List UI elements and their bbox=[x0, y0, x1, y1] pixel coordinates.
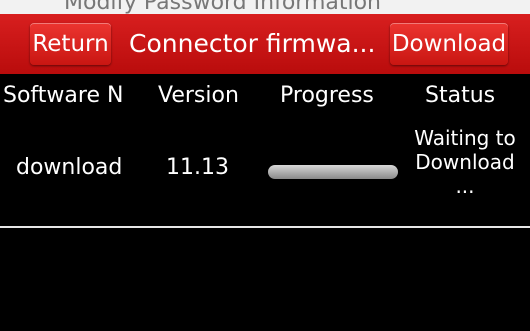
app-header: Return Connector firmwa... Download bbox=[0, 14, 530, 74]
status-line-2: Download bbox=[415, 150, 515, 174]
version-cell: 11.13 bbox=[166, 155, 229, 180]
table-row[interactable]: download 11.13 Waiting to Download ... bbox=[0, 118, 530, 224]
table-header: Software N Version Progress Status bbox=[0, 74, 530, 118]
download-progress-bar bbox=[268, 165, 398, 179]
status-line-3: ... bbox=[455, 174, 475, 198]
background-dialog-strip: Modify Password Information bbox=[0, 0, 530, 14]
return-button[interactable]: Return bbox=[30, 23, 111, 65]
status-line-1: Waiting to bbox=[414, 126, 516, 150]
download-button[interactable]: Download bbox=[390, 23, 508, 65]
column-header-version: Version bbox=[158, 83, 239, 108]
column-header-status: Status bbox=[425, 83, 496, 108]
background-dialog-text: Modify Password Information bbox=[64, 0, 381, 14]
column-header-progress: Progress bbox=[280, 83, 374, 108]
column-header-software-name: Software N bbox=[3, 83, 124, 108]
status-cell: Waiting to Download ... bbox=[400, 126, 530, 198]
software-name-cell: download bbox=[16, 155, 123, 180]
table-divider bbox=[0, 226, 530, 228]
page-title: Connector firmwa... bbox=[129, 29, 376, 58]
